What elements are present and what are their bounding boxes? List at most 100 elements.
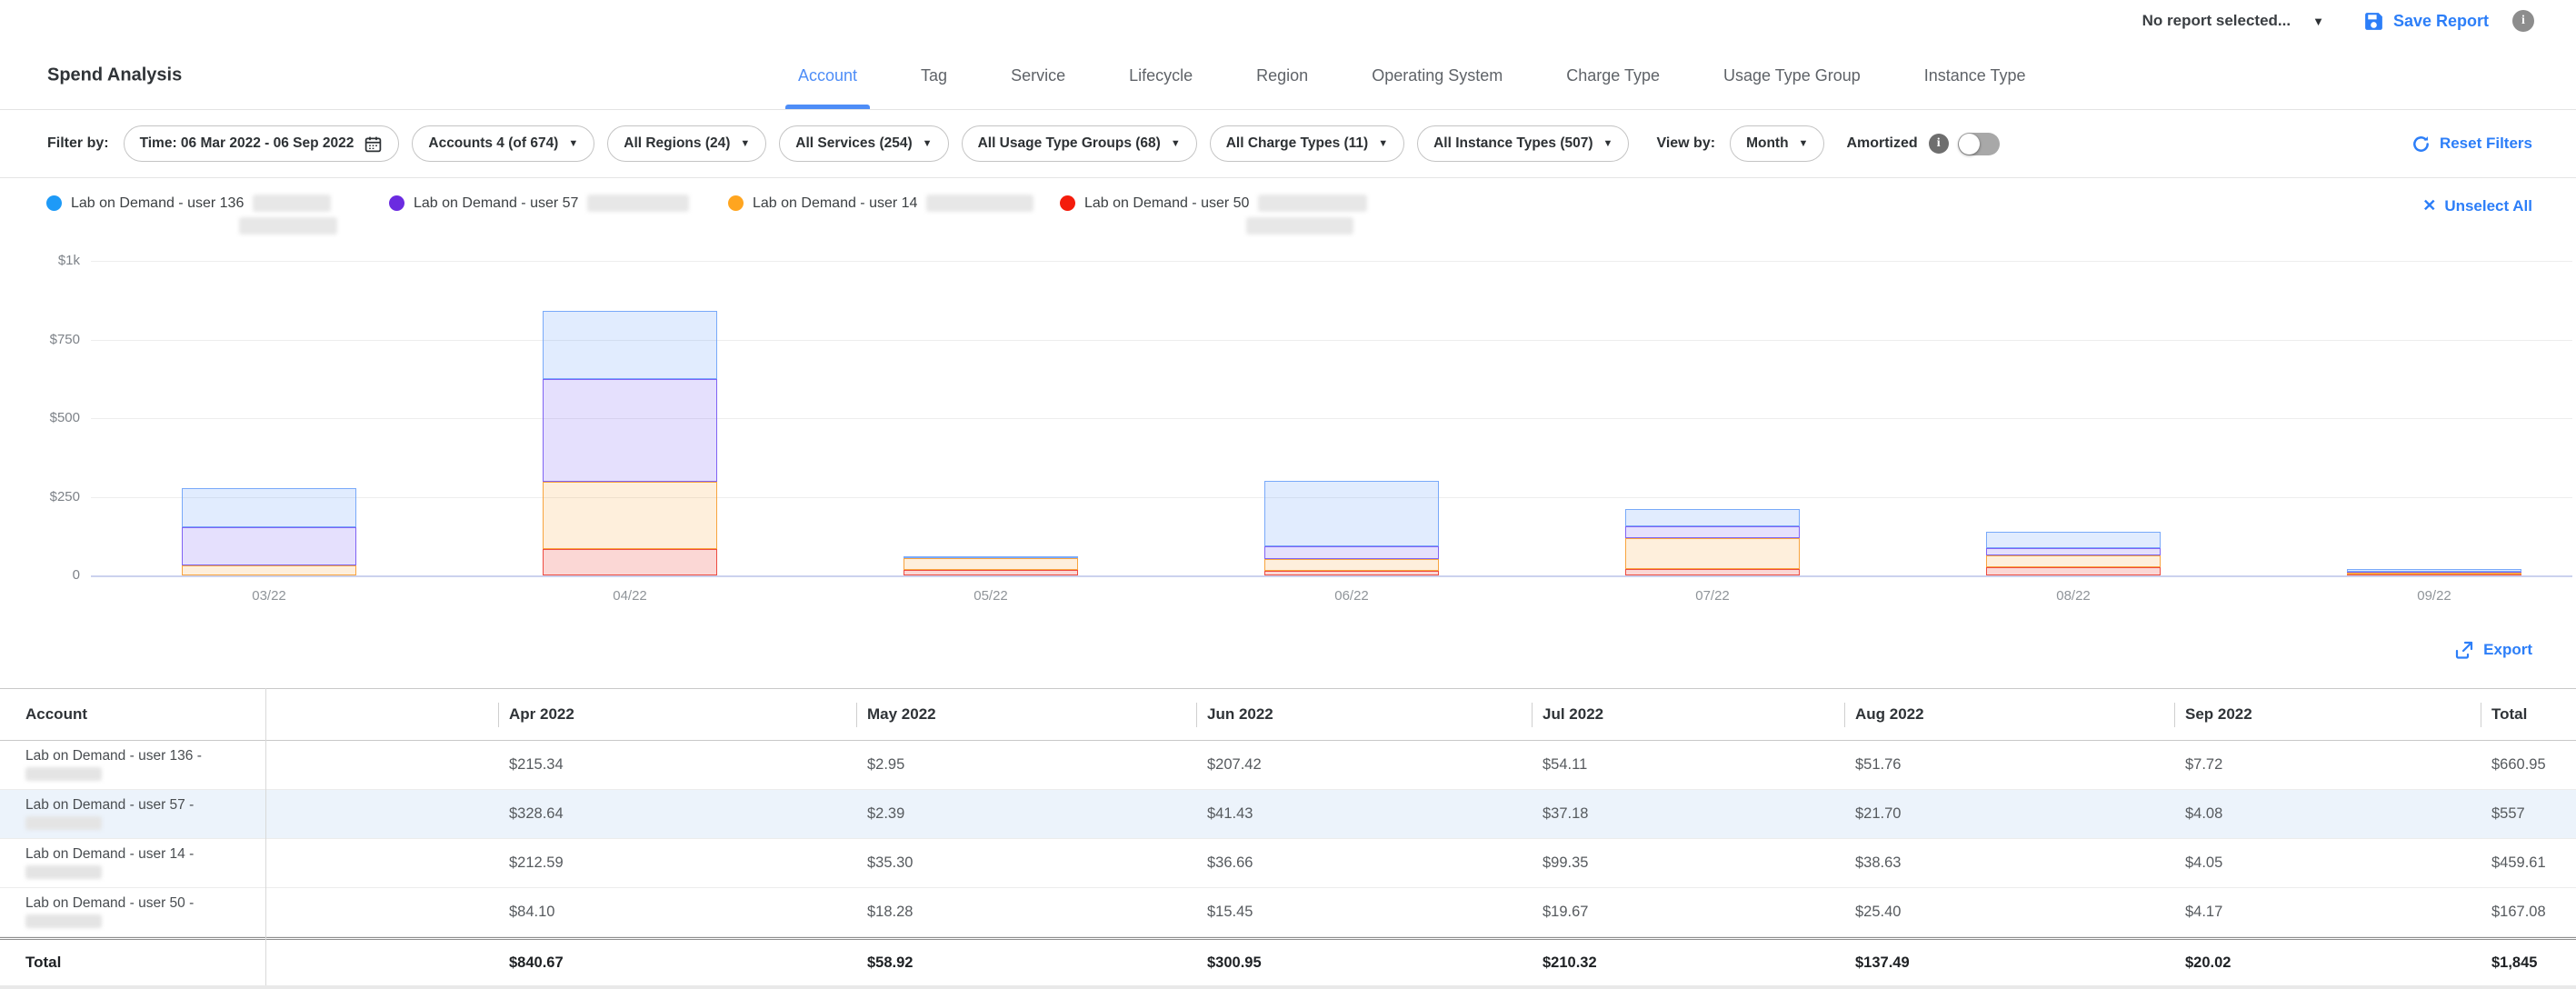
column-header-may-2022[interactable]: May 2022 [867, 689, 936, 740]
y-axis-label: 0 [22, 567, 80, 583]
bar-segment-lab-on-demand-user-136-06-22[interactable] [1264, 481, 1439, 546]
table-cell: $215.34 [509, 741, 564, 789]
table-cell: $328.64 [509, 790, 564, 838]
bar-segment-lab-on-demand-user-57-06-22[interactable] [1264, 546, 1439, 559]
y-axis-label: $250 [22, 489, 80, 504]
filter-pills: Time: 06 Mar 2022 - 06 Sep 2022 Accounts … [124, 125, 1630, 162]
legend-item-lab-on-demand-user-57[interactable]: Lab on Demand - user 57 [389, 195, 689, 212]
total-cell: $1,845 [2491, 940, 2537, 985]
export-icon [2453, 639, 2475, 661]
export-button[interactable]: Export [2453, 639, 2532, 661]
report-selector-dropdown[interactable]: No report selected... ▼ [2142, 12, 2324, 30]
table-header-row: Account Apr 2022 May 2022 Jun 2022 Jul 2022 A… [0, 688, 2576, 741]
redacted-text [25, 767, 102, 781]
tab-usage-type-group[interactable]: Usage Type Group [1718, 42, 1866, 109]
table-cell: $2.95 [867, 741, 904, 789]
filter-pill-label: Accounts 4 (of 674) [428, 135, 558, 152]
bar-segment-lab-on-demand-user-50-05-22[interactable] [904, 570, 1078, 575]
bottom-scrollbar-track [0, 985, 2576, 989]
tab-bar: Account Tag Service Lifecycle Region Operatin… [793, 42, 2032, 109]
tab-operating-system[interactable]: Operating System [1366, 42, 1508, 109]
bar-segment-lab-on-demand-user-50-07-22[interactable] [1625, 569, 1800, 575]
bar-segment-lab-on-demand-user-136-03-22[interactable] [182, 488, 356, 526]
save-report-button[interactable]: Save Report [2362, 10, 2489, 33]
tab-instance-type[interactable]: Instance Type [1919, 42, 2032, 109]
tab-region[interactable]: Region [1251, 42, 1313, 109]
table-cell: $38.63 [1855, 839, 1901, 887]
tab-account[interactable]: Account [793, 42, 863, 109]
info-icon[interactable]: i [2512, 10, 2534, 32]
legend-dot-icon [1060, 195, 1075, 211]
unselect-all-button[interactable]: ✕ Unselect All [2422, 196, 2532, 215]
legend-line [239, 217, 337, 235]
export-row: Export [2453, 639, 2532, 661]
bar-segment-lab-on-demand-user-57-04-22[interactable] [543, 379, 717, 483]
bar-segment-lab-on-demand-user-136-07-22[interactable] [1625, 509, 1800, 526]
filter-pill-time-06-mar-2022-06-sep-2022[interactable]: Time: 06 Mar 2022 - 06 Sep 2022 [124, 125, 400, 162]
column-header-aug-2022[interactable]: Aug 2022 [1855, 689, 1924, 740]
bar-segment-lab-on-demand-user-57-07-22[interactable] [1625, 526, 1800, 538]
table-cell: $212.59 [509, 839, 564, 887]
legend-item-lab-on-demand-user-50[interactable]: Lab on Demand - user 50 [1060, 195, 1367, 235]
filter-pill-all-regions-24[interactable]: All Regions (24)▼ [607, 125, 766, 162]
chevron-down-icon: ▼ [740, 139, 750, 149]
column-header-jun-2022[interactable]: Jun 2022 [1207, 689, 1273, 740]
column-header-total[interactable]: Total [2491, 689, 2527, 740]
filter-pill-all-usage-type-groups-68[interactable]: All Usage Type Groups (68)▼ [962, 125, 1197, 162]
bar-segment-lab-on-demand-user-14-03-22[interactable] [182, 565, 356, 575]
amortized-info-icon[interactable]: i [1929, 134, 1949, 154]
unselect-all-label: Unselect All [2444, 197, 2532, 215]
bar-segment-lab-on-demand-user-50-06-22[interactable] [1264, 571, 1439, 575]
bar-segment-lab-on-demand-user-14-05-22[interactable] [904, 558, 1078, 569]
legend-item-lab-on-demand-user-14[interactable]: Lab on Demand - user 14 [728, 195, 1033, 212]
filter-pill-accounts-4-of-674[interactable]: Accounts 4 (of 674)▼ [412, 125, 594, 162]
table-cell: $36.66 [1207, 839, 1253, 887]
bar-segment-lab-on-demand-user-14-06-22[interactable] [1264, 559, 1439, 571]
filter-bar: Filter by: Time: 06 Mar 2022 - 06 Sep 20… [0, 110, 2576, 178]
filter-pill-all-instance-types-507[interactable]: All Instance Types (507)▼ [1417, 125, 1629, 162]
gridline [91, 575, 2572, 577]
bar-segment-lab-on-demand-user-50-04-22[interactable] [543, 549, 717, 575]
amortized-label: Amortized [1846, 135, 1917, 152]
legend-dot-icon [46, 195, 62, 211]
amortized-toggle[interactable] [1958, 133, 2000, 155]
tab-service[interactable]: Service [1005, 42, 1071, 109]
table-cell: $2.39 [867, 790, 904, 838]
view-by-label: View by: [1656, 135, 1715, 152]
table-cell: $84.10 [509, 888, 554, 936]
table-cell: $41.43 [1207, 790, 1253, 838]
table-cell: $207.42 [1207, 741, 1262, 789]
bar-segment-lab-on-demand-user-136-08-22[interactable] [1986, 532, 2161, 548]
bar-segment-lab-on-demand-user-14-07-22[interactable] [1625, 538, 1800, 569]
legend-item-lab-on-demand-user-136[interactable]: Lab on Demand - user 136 [46, 195, 337, 235]
tab-charge-type[interactable]: Charge Type [1561, 42, 1665, 109]
total-label: Total [25, 954, 61, 972]
column-divider [265, 688, 266, 986]
legend-label-group: Lab on Demand - user 14 [753, 195, 1033, 212]
filter-pill-all-charge-types-11[interactable]: All Charge Types (11)▼ [1210, 125, 1404, 162]
bar-segment-lab-on-demand-user-57-08-22[interactable] [1986, 548, 2161, 555]
filter-pill-all-services-254[interactable]: All Services (254)▼ [779, 125, 948, 162]
bar-segment-lab-on-demand-user-57-03-22[interactable] [182, 527, 356, 565]
table-cell: $35.30 [867, 839, 913, 887]
bar-segment-lab-on-demand-user-136-09-22[interactable] [2347, 569, 2521, 572]
bar-segment-lab-on-demand-user-14-08-22[interactable] [1986, 555, 2161, 567]
bar-segment-lab-on-demand-user-14-04-22[interactable] [543, 482, 717, 549]
column-header-jul-2022[interactable]: Jul 2022 [1543, 689, 1603, 740]
redacted-text [587, 195, 689, 212]
column-header-account[interactable]: Account [25, 689, 87, 740]
legend-dot-icon [728, 195, 744, 211]
legend-line: Lab on Demand - user 136 [71, 195, 337, 212]
bar-segment-lab-on-demand-user-136-04-22[interactable] [543, 311, 717, 379]
bar-segment-lab-on-demand-user-50-08-22[interactable] [1986, 567, 2161, 575]
view-by-select[interactable]: Month ▼ [1730, 125, 1824, 162]
column-header-apr-2022[interactable]: Apr 2022 [509, 689, 574, 740]
column-header-sep-2022[interactable]: Sep 2022 [2185, 689, 2252, 740]
tab-lifecycle[interactable]: Lifecycle [1123, 42, 1198, 109]
bar-segment-lab-on-demand-user-136-05-22[interactable] [904, 556, 1078, 558]
chevron-down-icon: ▼ [1378, 139, 1388, 149]
filter-by-label: Filter by: [47, 135, 109, 152]
redacted-text [25, 914, 102, 928]
reset-filters-button[interactable]: Reset Filters [2411, 134, 2532, 155]
tab-tag[interactable]: Tag [915, 42, 953, 109]
